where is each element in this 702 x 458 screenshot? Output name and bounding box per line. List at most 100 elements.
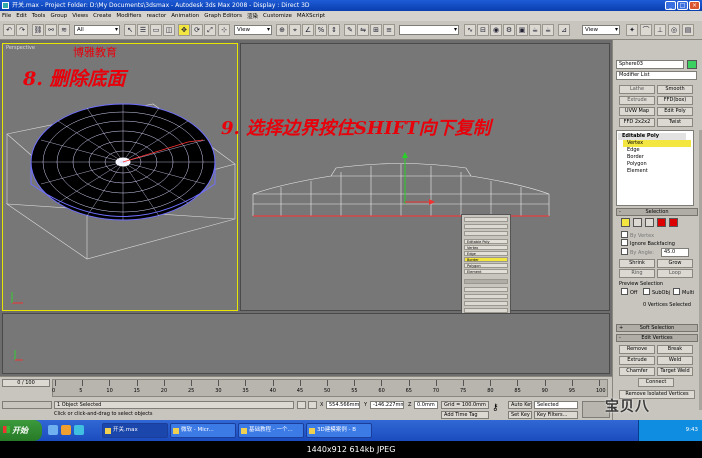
render-frame-icon[interactable]: ▣ [516, 24, 528, 36]
key-filters-button[interactable]: Key Filters... [534, 411, 578, 419]
y-coordinate-field[interactable]: -146.227mm [370, 401, 404, 409]
time-slider[interactable]: 0 / 100 [2, 379, 50, 387]
schematic-view-icon[interactable]: ⊟ [477, 24, 489, 36]
stack-item-polygon[interactable]: Polygon [623, 161, 691, 168]
break-button[interactable]: Break [657, 345, 693, 354]
object-name-field[interactable]: Sphere03 [616, 60, 684, 69]
taskbar-item-2[interactable]: 微软 - Micr... [170, 423, 236, 438]
angle-snap-icon[interactable]: ∠ [302, 24, 314, 36]
selection-filter-dropdown[interactable]: All [74, 25, 120, 35]
weld-button[interactable]: Weld [657, 356, 693, 365]
window-crossing-icon[interactable]: ◫ [163, 24, 175, 36]
key-icon[interactable]: ⚷ [492, 404, 499, 413]
select-move-icon[interactable]: ✥ [178, 24, 190, 36]
redo-icon[interactable]: ↷ [16, 24, 28, 36]
menu-file[interactable]: File [2, 13, 11, 19]
perspective-viewport[interactable]: Perspective 博雅教育 8. 删除底面 [2, 43, 238, 311]
preview-off-radio[interactable]: Off [621, 288, 637, 297]
key-mode-dropdown[interactable]: Selected [534, 401, 578, 409]
select-object-icon[interactable]: ↖ [124, 24, 136, 36]
shrink-button[interactable]: Shrink [619, 259, 655, 268]
stack-item-edge[interactable]: Edge [623, 147, 691, 154]
align-icon[interactable]: ⊞ [370, 24, 382, 36]
target-weld-button[interactable]: Target Weld [657, 367, 693, 376]
set-key-button[interactable]: Set Key [508, 411, 532, 419]
menu-create[interactable]: Create [93, 13, 111, 19]
loop-button[interactable]: Loop [657, 269, 693, 278]
element-mode-icon[interactable] [669, 218, 678, 227]
bind-spacewarp-icon[interactable]: ≋ [58, 24, 70, 36]
smooth-button[interactable]: Smooth [657, 85, 693, 94]
edit-poly-button[interactable]: Edit Poly [657, 107, 693, 116]
material-editor-icon[interactable]: ◉ [490, 24, 502, 36]
ffd-box-button[interactable]: FFD(box) [657, 96, 693, 105]
start-button[interactable]: 开始 [0, 420, 42, 441]
select-by-name-icon[interactable]: ☰ [137, 24, 149, 36]
extrude-button[interactable]: Extrude [619, 356, 655, 365]
edit-vertices-rollout[interactable]: - Edit Vertices [616, 334, 698, 342]
curve-editor-icon[interactable]: ∿ [464, 24, 476, 36]
link-icon[interactable]: ⛓ [32, 24, 44, 36]
quick-render-icon[interactable]: ☕ [529, 24, 541, 36]
preview-subobj-radio[interactable]: SubObj [643, 288, 670, 297]
quicklaunch-ie-icon[interactable] [74, 425, 84, 435]
soft-selection-rollout[interactable]: + Soft Selection [616, 324, 698, 332]
rect-selection-icon[interactable]: ▭ [150, 24, 162, 36]
border-mode-icon[interactable] [645, 218, 654, 227]
select-rotate-icon[interactable]: ⟳ [191, 24, 203, 36]
spinner-snap-icon[interactable]: ⇕ [328, 24, 340, 36]
menu-group[interactable]: Group [50, 13, 67, 19]
snap-toggle-icon[interactable]: ⌖ [289, 24, 301, 36]
unlink-icon[interactable]: ⚯ [45, 24, 57, 36]
polygon-mode-icon[interactable] [657, 218, 666, 227]
track-bar[interactable]: 0 5 10 15 20 25 30 35 40 45 50 55 60 65 70 75 80 85 90 95 10… [52, 379, 608, 397]
named-selection-sets-dropdown[interactable] [399, 25, 459, 35]
menu-modifiers[interactable]: Modifiers [116, 13, 141, 19]
add-time-tag-button[interactable]: Add Time Tag [441, 411, 489, 419]
taskbar-item-max[interactable]: 开关.max [102, 423, 168, 438]
minimize-button[interactable]: _ [665, 1, 676, 10]
stack-item-element[interactable]: Element [623, 168, 691, 175]
menu-graph-editors[interactable]: Graph Editors [204, 13, 242, 19]
select-scale-icon[interactable]: ⤢ [204, 24, 216, 36]
extrude-modifier-button[interactable]: Extrude [619, 96, 655, 105]
bottom-viewport[interactable] [2, 313, 610, 374]
modifier-list-dropdown[interactable]: Modifier List [616, 71, 697, 80]
auto-key-button[interactable]: Auto Key [508, 401, 532, 409]
stack-item-vertex[interactable]: Vertex [623, 140, 691, 147]
render-type-dropdown[interactable]: View [582, 25, 620, 35]
reference-coordinate-dropdown[interactable]: View [234, 25, 272, 35]
ring-button[interactable]: Ring [619, 269, 655, 278]
z-coordinate-field[interactable]: 0.0mm [414, 401, 438, 409]
modify-panel-icon[interactable]: ⌒ [640, 24, 652, 36]
menu-tools[interactable]: Tools [32, 13, 46, 19]
angle-value-field[interactable]: 45.0 [661, 248, 689, 257]
quicklaunch-browser-icon[interactable] [61, 425, 71, 435]
taskbar-item-3[interactable]: 基础教程 - 一个... [238, 423, 304, 438]
stack-item-border[interactable]: Border [623, 154, 691, 161]
maxscript-listener[interactable] [2, 401, 52, 409]
snap-2-5-icon[interactable]: ⊿ [558, 24, 570, 36]
remove-button[interactable]: Remove [619, 345, 655, 354]
object-color-swatch[interactable] [687, 60, 697, 69]
select-manipulate-icon[interactable]: ⊹ [218, 24, 230, 36]
stack-item-editable-poly[interactable]: Editable Poly [618, 133, 686, 140]
x-coordinate-field[interactable]: 554.566mm [326, 401, 360, 409]
vertex-mode-icon[interactable] [621, 218, 630, 227]
percent-snap-icon[interactable]: % [315, 24, 327, 36]
named-selection-icon[interactable]: ✎ [344, 24, 356, 36]
by-angle-checkbox[interactable]: By Angle: [621, 248, 654, 257]
chamfer-button[interactable]: Chamfer [619, 367, 655, 376]
menu-edit[interactable]: Edit [16, 13, 27, 19]
render-production-icon[interactable]: ☕ [542, 24, 554, 36]
display-panel-icon[interactable]: ▤ [682, 24, 694, 36]
twist-button[interactable]: Twist [657, 118, 693, 127]
taskbar-item-4[interactable]: 3D建模案例 - B [306, 423, 372, 438]
maximize-button[interactable]: □ [677, 1, 688, 10]
menu-customize[interactable]: Customize [263, 13, 292, 19]
menu-maxscript[interactable]: MAXScript [297, 13, 325, 19]
motion-panel-icon[interactable]: ◎ [668, 24, 680, 36]
ignore-backfacing-checkbox[interactable]: Ignore Backfacing [621, 239, 675, 248]
pivot-center-icon[interactable]: ⊕ [276, 24, 288, 36]
create-panel-icon[interactable]: ✦ [626, 24, 638, 36]
